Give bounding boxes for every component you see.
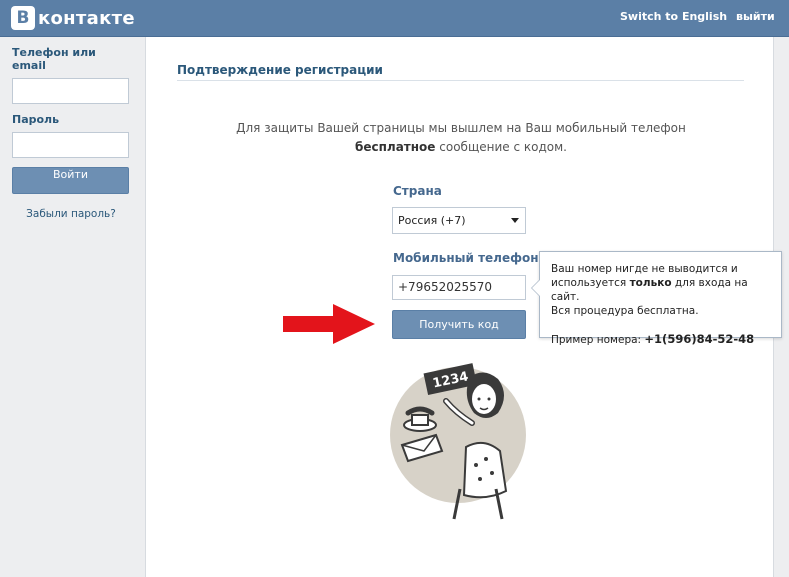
red-arrow-icon	[283, 304, 375, 344]
mobile-phone-label: Мобильный телефон	[393, 251, 539, 265]
tooltip-line-3: Вся процедура бесплатна.	[551, 305, 699, 317]
login-button[interactable]: Войти	[12, 167, 129, 194]
country-label: Страна	[393, 184, 442, 198]
tooltip-line-2-start: используется	[551, 277, 630, 289]
password-input[interactable]	[12, 132, 129, 158]
mobile-phone-input[interactable]: +79652025570	[392, 275, 526, 300]
tooltip-example: Пример номера: +1(596)84-52-48	[551, 332, 770, 347]
example-label: Пример номера:	[551, 334, 645, 346]
intro-bold: бесплатное	[355, 140, 436, 154]
phone-email-input[interactable]	[12, 78, 129, 104]
logout-link[interactable]: выйти	[736, 10, 775, 23]
switch-language-link[interactable]: Switch to English	[620, 10, 727, 23]
tooltip-pointer	[531, 279, 540, 297]
phone-info-tooltip: Ваш номер нигде не выводится и используе…	[531, 251, 782, 346]
page-title: Подтверждение регистрации	[177, 63, 383, 77]
phone-email-label: Телефон или email	[12, 46, 96, 72]
example-number: +1(596)84-52-48	[644, 332, 755, 346]
title-divider	[177, 80, 744, 81]
tooltip-line-2-bold: только	[629, 277, 672, 289]
top-header: В контакте Switch to English выйти	[0, 0, 789, 37]
login-sidebar: Телефон или email Пароль Войти Забыли па…	[12, 46, 130, 220]
intro-after: сообщение с кодом.	[439, 140, 567, 154]
chevron-down-icon	[511, 218, 519, 223]
tooltip-line-2: используется только для входа на сайт.	[551, 276, 770, 304]
vk-logo[interactable]: В контакте	[11, 6, 135, 30]
get-code-button[interactable]: Получить код	[392, 310, 526, 339]
vk-logo-text: контакте	[38, 7, 135, 29]
woman-with-phone-illustration: 1234	[390, 363, 526, 520]
country-select[interactable]: Россия (+7)	[392, 207, 526, 234]
password-label: Пароль	[12, 113, 60, 126]
intro-text: Для защиты Вашей страницы мы вышлем на В…	[206, 119, 716, 157]
vk-logo-badge: В	[11, 6, 35, 30]
country-select-value: Россия (+7)	[398, 214, 466, 227]
intro-before: Для защиты Вашей страницы мы вышлем на В…	[236, 121, 686, 135]
forgot-password-link[interactable]: Забыли пароль?	[12, 208, 130, 220]
tooltip-line-1: Ваш номер нигде не выводится и	[551, 263, 738, 275]
